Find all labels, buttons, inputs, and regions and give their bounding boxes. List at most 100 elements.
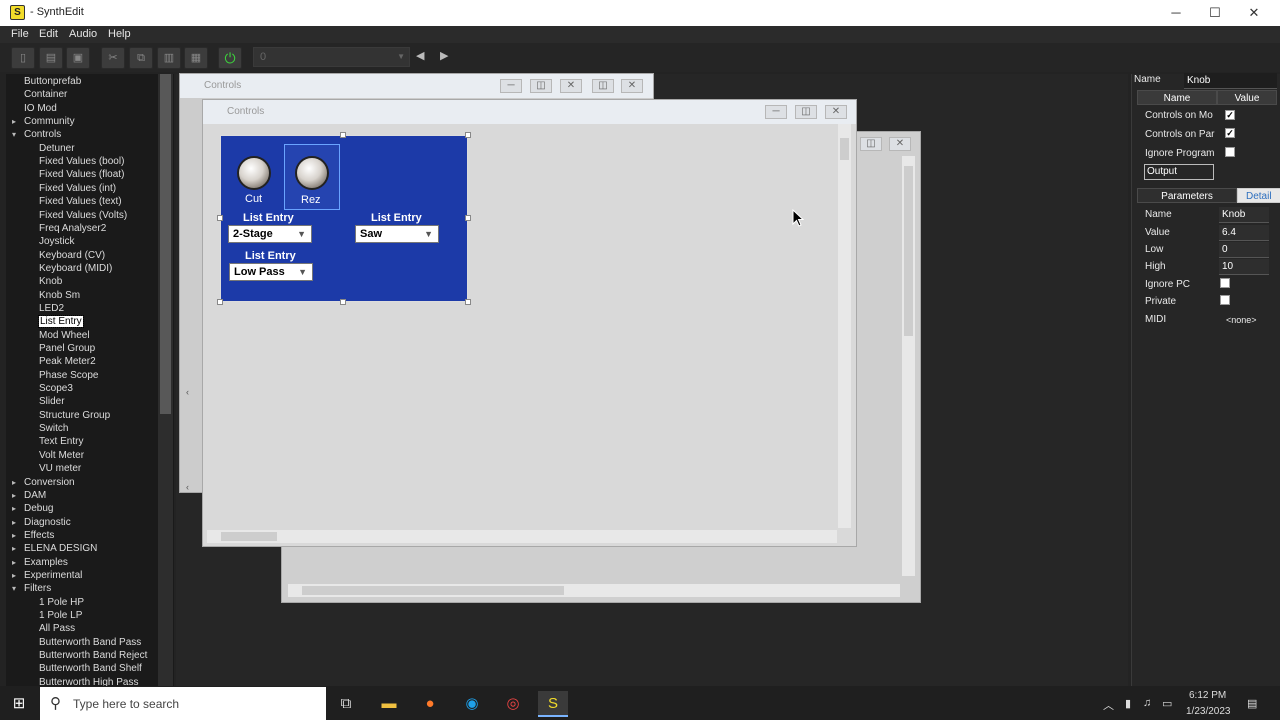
tree-item[interactable]: Text Entry [39, 435, 83, 448]
resize-handle-right[interactable] [465, 215, 471, 221]
tree-item[interactable]: Scope3 [39, 382, 73, 395]
tree-item[interactable]: ▾ Controls [12, 128, 61, 141]
window-right-hscroll[interactable] [288, 584, 900, 597]
tab-details[interactable]: Detail [1237, 188, 1280, 203]
tree-item[interactable]: ▾ Filters [12, 582, 51, 595]
tree-item[interactable]: Panel Group [39, 342, 95, 355]
tree-item[interactable]: Freq Analyser2 [39, 222, 106, 235]
tree-item[interactable]: Fixed Values (text) [39, 195, 122, 208]
network-icon[interactable]: ▭ [1162, 697, 1172, 710]
new-file-icon[interactable]: ▯ [11, 47, 35, 69]
tree-item[interactable]: Phase Scope [39, 369, 99, 382]
tree-item[interactable]: Keyboard (CV) [39, 249, 105, 262]
envelope-dropdown[interactable]: 2-Stage ▼ [228, 225, 312, 243]
collapsed-arrow-icon[interactable]: ▸ [12, 556, 24, 569]
collapsed-arrow-icon[interactable]: ▸ [12, 516, 24, 529]
window-right-vscroll[interactable] [902, 156, 915, 576]
prop-checkbox-1[interactable]: ✓ [1225, 128, 1235, 138]
tree-item[interactable]: ▸ Diagnostic [12, 516, 71, 529]
tree-item[interactable]: Volt Meter [39, 449, 84, 462]
tree-item[interactable]: Fixed Values (float) [39, 168, 124, 181]
menu-audio[interactable]: Audio [69, 28, 97, 40]
window-back-minimize-icon[interactable]: ─ [500, 79, 522, 93]
tree-item[interactable]: Container [12, 88, 67, 101]
save-icon[interactable]: ▣ [66, 47, 90, 69]
tree-item[interactable]: Peak Meter2 [39, 355, 96, 368]
param-ignore-pc-checkbox[interactable] [1220, 278, 1230, 288]
prop-name-value[interactable]: Knob [1184, 73, 1277, 89]
window-front-maximize-icon[interactable]: ◫ [795, 105, 817, 119]
tree-item[interactable]: 1 Pole HP [39, 596, 84, 609]
resize-handle-bottom[interactable] [340, 299, 346, 305]
window-back-close2-icon[interactable]: ✕ [621, 79, 643, 93]
collapsed-arrow-icon[interactable]: ▸ [12, 502, 24, 515]
power-icon[interactable]: ⏻ [218, 47, 242, 69]
synthedit-taskbar-icon[interactable]: S [538, 691, 568, 717]
next-preset-icon[interactable]: ▶ [440, 49, 448, 62]
collapsed-arrow-icon[interactable]: ▸ [12, 569, 24, 582]
window-front-hscroll[interactable] [207, 530, 837, 543]
window-right-hscroll-thumb[interactable] [302, 586, 564, 595]
tree-item[interactable]: Detuner [39, 142, 75, 155]
resize-handle-bottom-left[interactable] [217, 299, 223, 305]
tree-item[interactable]: ▸ Conversion [12, 476, 75, 489]
tree-item[interactable]: Fixed Values (bool) [39, 155, 124, 168]
cut-knob[interactable] [237, 156, 271, 190]
resize-handle-left[interactable] [217, 215, 223, 221]
tree-item[interactable]: All Pass [39, 622, 75, 635]
window-back-maximize-icon[interactable]: ◫ [530, 79, 552, 93]
collapsed-arrow-icon[interactable]: ▸ [12, 489, 24, 502]
rez-knob[interactable] [295, 156, 329, 190]
expanded-arrow-icon[interactable]: ▾ [12, 128, 24, 141]
notification-icon[interactable]: ▤ [1247, 697, 1257, 710]
file-explorer-icon[interactable]: ▬ [374, 691, 404, 717]
tree-item[interactable]: VU meter [39, 462, 81, 475]
prop-checkbox-0[interactable]: ✓ [1225, 110, 1235, 120]
collapsed-arrow-icon[interactable]: ▸ [12, 115, 24, 128]
tree-item[interactable]: 1 Pole LP [39, 609, 82, 622]
close-button[interactable]: ✕ [1234, 0, 1274, 26]
output-pin-button[interactable]: Output [1144, 164, 1214, 180]
tree-item[interactable]: Butterworth High Pass [39, 676, 139, 686]
resize-handle-top-right[interactable] [465, 132, 471, 138]
window-back-restore-icon[interactable]: ◫ [592, 79, 614, 93]
tree-item[interactable]: Fixed Values (Volts) [39, 209, 127, 222]
tree-item[interactable]: LED2 [39, 302, 64, 315]
tree-item[interactable]: ▸ Community [12, 115, 75, 128]
expanded-arrow-icon[interactable]: ▾ [12, 582, 24, 595]
tree-item[interactable]: Fixed Values (int) [39, 182, 116, 195]
resize-handle-top[interactable] [340, 132, 346, 138]
open-file-icon[interactable]: ▤ [39, 47, 63, 69]
menu-edit[interactable]: Edit [39, 28, 58, 40]
window-front-minimize-icon[interactable]: ─ [765, 105, 787, 119]
tree-item[interactable]: Mod Wheel [39, 329, 90, 342]
window-front-hscroll-thumb[interactable] [221, 532, 277, 541]
window-front-vscroll-thumb[interactable] [840, 138, 849, 160]
preset-combo[interactable]: 0 ▼ [253, 47, 410, 67]
waveform-dropdown[interactable]: Saw ▼ [355, 225, 439, 243]
windows-start-icon[interactable]: ⊞ [4, 691, 34, 717]
tree-item[interactable]: ▸ Effects [12, 529, 54, 542]
volume-icon[interactable]: ♫ [1143, 697, 1151, 709]
tree-item[interactable]: Structure Group [39, 409, 110, 422]
filter-type-dropdown[interactable]: Low Pass ▼ [229, 263, 313, 281]
tree-item[interactable]: Butterworth Band Pass [39, 636, 141, 649]
recorder-icon[interactable]: ◎ [498, 691, 528, 717]
tree-item[interactable]: List Entry [38, 315, 84, 329]
param-low-value[interactable]: 0 [1219, 242, 1269, 258]
delete-icon[interactable]: ▦ [184, 47, 208, 69]
maximize-button[interactable]: ☐ [1195, 0, 1235, 26]
paste-icon[interactable]: ▥ [157, 47, 181, 69]
copy-icon[interactable]: ⧉ [129, 47, 153, 69]
prop-checkbox-2[interactable] [1225, 147, 1235, 157]
tree-item[interactable]: IO Mod [12, 102, 57, 115]
collapsed-arrow-icon[interactable]: ▸ [12, 476, 24, 489]
tree-item[interactable]: Butterworth Band Reject [39, 649, 147, 662]
scroll-left-icon[interactable]: ‹ [186, 387, 189, 397]
scroll-left-icon-2[interactable]: ‹ [186, 482, 189, 492]
clock-date[interactable]: 1/23/2023 [1186, 706, 1231, 717]
tree-item[interactable]: ▸ Experimental [12, 569, 82, 582]
tree-item[interactable]: Joystick [39, 235, 75, 248]
tree-item[interactable]: Buttonprefab [12, 75, 81, 88]
param-value-value[interactable]: 6.4 [1219, 225, 1269, 241]
